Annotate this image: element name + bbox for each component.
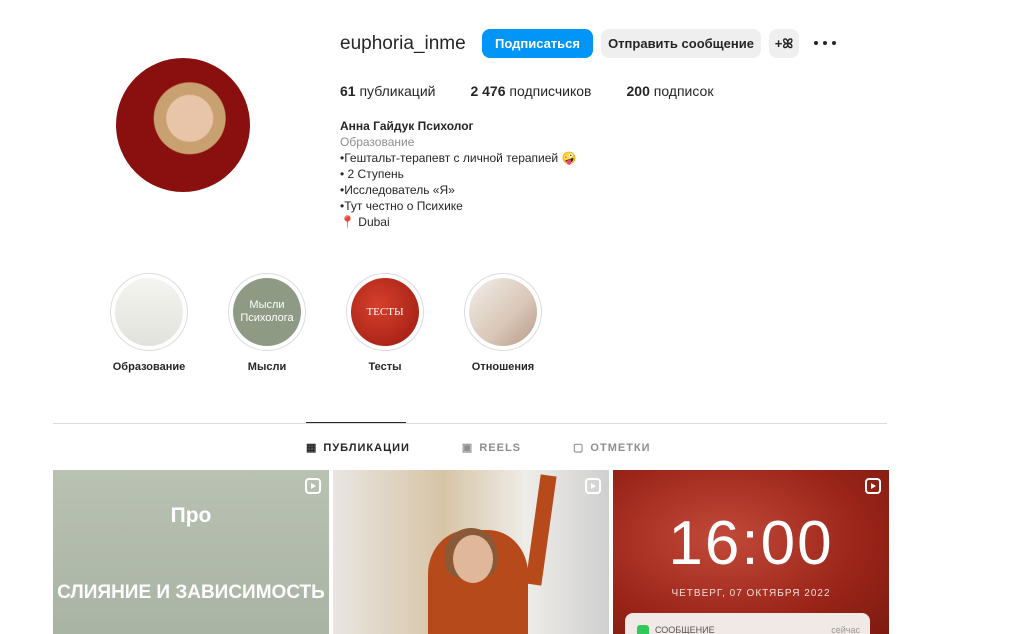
tab-posts[interactable]: ▦ ПУБЛИКАЦИИ	[306, 441, 410, 455]
certificate-thumbnail	[115, 278, 183, 346]
profile-username: euphoria_inme	[340, 33, 466, 54]
bio-line: • 2 Ступень	[340, 167, 404, 181]
suggested-users-button[interactable]: +ꕤ	[769, 29, 799, 58]
photo-arm	[525, 474, 557, 586]
post-tile[interactable]: Про СЛИЯНИЕ И ЗАВИСИМОСТЬ	[53, 470, 329, 634]
bio-name: Анна Гайдук Психолог	[340, 119, 474, 133]
bio-line: •Тут честно о Психике	[340, 199, 463, 213]
post-clock-time: 16:00	[668, 509, 834, 578]
highlight-label: Образование	[112, 361, 186, 373]
posts-grid: Про СЛИЯНИЕ И ЗАВИСИМОСТЬ 16:00 ЧЕТВЕРГ,…	[53, 470, 889, 634]
tab-label: ОТМЕТКИ	[590, 441, 651, 454]
following-count: 200	[626, 83, 650, 99]
highlight-ring	[110, 273, 188, 351]
notification-title: СООБЩЕНИЕ	[655, 625, 715, 634]
tagged-icon: ▢	[573, 442, 585, 454]
bio-category: Образование	[340, 135, 415, 149]
follow-button[interactable]: Подписаться	[482, 29, 593, 58]
highlight-cover-text: ТЕСТЫ	[351, 278, 419, 346]
profile-tabs: ▦ ПУБЛИКАЦИИ ▣ REELS ▢ ОТМЕТКИ	[306, 441, 703, 455]
highlight-item[interactable]: Образование	[90, 273, 208, 373]
tabs-divider	[53, 423, 887, 424]
notification-time: сейчас	[831, 625, 860, 634]
bio-line: •Гештальт-терапевт с личной терапией 🤪	[340, 151, 577, 165]
highlight-item[interactable]: ТЕСТЫ Тесты	[326, 273, 444, 373]
followers-label: подписчиков	[509, 83, 592, 99]
followers-stat[interactable]: 2 476 подписчиков	[470, 83, 591, 99]
story-highlights: Образование Мысли Психолога Мысли ТЕСТЫ …	[90, 273, 562, 373]
highlight-label: Отношения	[471, 361, 535, 373]
reel-icon	[305, 478, 321, 494]
reels-icon: ▣	[461, 442, 474, 454]
post-title: Про	[170, 504, 212, 527]
tab-label: ПУБЛИКАЦИИ	[323, 441, 410, 454]
following-label: подписок	[653, 83, 714, 99]
profile-bio: Анна Гайдук Психолог Образование •Гештал…	[340, 118, 576, 230]
active-tab-indicator	[306, 422, 406, 423]
reel-icon	[585, 478, 601, 494]
highlight-cover-text: Мысли Психолога	[233, 278, 301, 346]
post-clock-date: ЧЕТВЕРГ, 07 ОКТЯБРЯ 2022	[671, 588, 831, 599]
bio-line: •Исследователь «Я»	[340, 183, 455, 197]
reel-icon	[865, 478, 881, 494]
post-notification: СООБЩЕНИЕ сейчас	[625, 613, 870, 634]
send-message-button[interactable]: Отправить сообщение	[601, 29, 761, 58]
hands-thumbnail	[469, 278, 537, 346]
profile-avatar[interactable]	[116, 58, 250, 192]
tab-label: REELS	[479, 441, 522, 454]
highlight-ring: Мысли Психолога	[228, 273, 306, 351]
highlight-label: Тесты	[368, 361, 402, 373]
followers-count: 2 476	[470, 83, 506, 99]
posts-count: 61	[340, 83, 356, 99]
highlight-item[interactable]: Отношения	[444, 273, 562, 373]
highlight-label: Мысли	[247, 361, 287, 373]
posts-stat: 61 публикаций	[340, 83, 435, 99]
profile-stats: 61 публикаций 2 476 подписчиков 200 подп…	[340, 83, 748, 99]
bio-location: 📍 Dubai	[340, 215, 390, 229]
highlight-ring: ТЕСТЫ	[346, 273, 424, 351]
add-user-icon: +ꕤ	[774, 35, 794, 51]
tab-tagged[interactable]: ▢ ОТМЕТКИ	[573, 441, 651, 455]
tab-reels[interactable]: ▣ REELS	[461, 441, 522, 455]
following-stat[interactable]: 200 подписок	[627, 83, 714, 99]
posts-label: публикаций	[359, 83, 436, 99]
grid-icon: ▦	[306, 442, 318, 454]
highlight-ring	[464, 273, 542, 351]
photo-face	[453, 535, 493, 583]
more-options-icon[interactable]	[814, 33, 836, 53]
avatar-image	[116, 58, 250, 192]
highlight-item[interactable]: Мысли Психолога Мысли	[208, 273, 326, 373]
post-tile[interactable]	[333, 470, 609, 634]
post-tile[interactable]: 16:00 ЧЕТВЕРГ, 07 ОКТЯБРЯ 2022 СООБЩЕНИЕ…	[613, 470, 889, 634]
post-subtitle: СЛИЯНИЕ И ЗАВИСИМОСТЬ	[57, 582, 325, 603]
